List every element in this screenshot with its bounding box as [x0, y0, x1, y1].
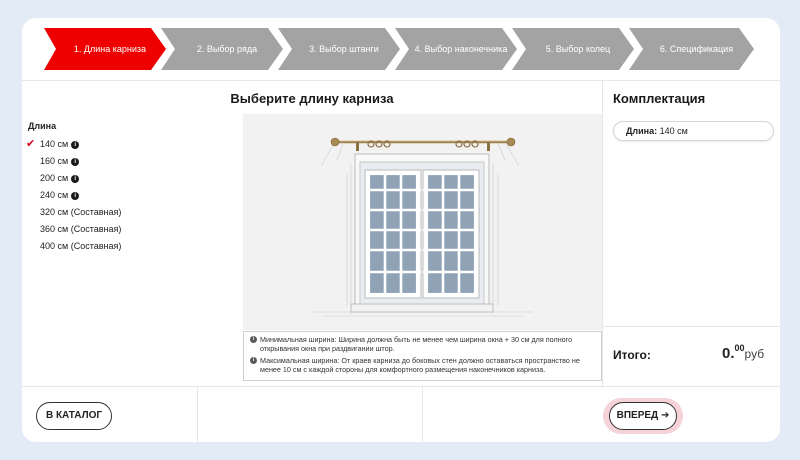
- length-options: ✔ 140 см i 160 см i 200 см i 240 см i 320 см…: [26, 136, 236, 255]
- sidebar-title: Комплектация: [613, 91, 706, 106]
- step-label: 6. Спецификация: [659, 44, 734, 54]
- option-label: 240 см: [40, 190, 69, 200]
- page-title: Выберите длину карниза: [230, 91, 394, 106]
- step-finial[interactable]: 4. Выбор наконечника: [395, 28, 517, 70]
- length-notes: i Минимальная ширина: Ширина должна быть…: [243, 331, 602, 381]
- step-label: 1. Длина карниза: [73, 44, 147, 54]
- length-option-240[interactable]: 240 см i: [26, 187, 236, 204]
- summary-length: Длина: 140 см: [613, 121, 774, 141]
- length-option-160[interactable]: 160 см i: [26, 153, 236, 170]
- step-rings[interactable]: 5. Выбор колец: [512, 28, 634, 70]
- info-icon[interactable]: i: [71, 158, 80, 166]
- option-label: 400 см (Составная): [40, 241, 122, 251]
- option-label: 200 см: [40, 173, 69, 183]
- sidebar-divider: [602, 326, 780, 327]
- step-label: 3. Выбор штанги: [309, 44, 379, 54]
- step-length[interactable]: 1. Длина карниза: [44, 28, 166, 70]
- step-label: 2. Выбор ряда: [196, 44, 258, 54]
- length-option-400[interactable]: 400 см (Составная): [26, 238, 236, 255]
- total-label: Итого:: [613, 348, 651, 362]
- step-rod[interactable]: 3. Выбор штанги: [278, 28, 400, 70]
- step-row[interactable]: 2. Выбор ряда: [161, 28, 283, 70]
- check-icon: ✔: [26, 138, 36, 150]
- window-illustration: [243, 114, 602, 330]
- next-button[interactable]: ВПЕРЕД ➔: [609, 402, 677, 430]
- length-option-140[interactable]: ✔ 140 см i: [26, 136, 236, 153]
- footer-divider-2: [422, 386, 423, 442]
- note-max-width: i Максимальная ширина: От краев карниза …: [250, 356, 595, 374]
- back-to-catalog-button[interactable]: В КАТАЛОГ: [36, 402, 112, 430]
- info-icon[interactable]: i: [71, 192, 80, 200]
- header-divider: [22, 80, 780, 81]
- window-curtain-rod-image: [313, 137, 533, 317]
- total-int: 0.: [722, 345, 735, 362]
- step-label: 5. Выбор колец: [545, 44, 611, 54]
- arrow-right-icon: ➔: [660, 410, 670, 421]
- note-text: Минимальная ширина: Ширина должна быть н…: [260, 335, 573, 353]
- option-label: 360 см (Составная): [40, 224, 122, 234]
- length-option-320[interactable]: 320 см (Составная): [26, 204, 236, 221]
- option-label: 140 см: [40, 139, 69, 149]
- configurator-window: 1. Длина карниза 2. Выбор ряда 3. Выбор …: [22, 18, 780, 442]
- next-label: ВПЕРЕД: [616, 410, 659, 421]
- step-label: 4. Выбор наконечника: [414, 44, 508, 54]
- column-divider: [602, 80, 603, 386]
- info-icon[interactable]: i: [71, 141, 80, 149]
- option-label: 160 см: [40, 156, 69, 166]
- total-currency: руб: [744, 347, 765, 361]
- info-icon: i: [250, 336, 257, 343]
- footer-divider: [22, 386, 780, 387]
- stepper: 1. Длина карниза 2. Выбор ряда 3. Выбор …: [44, 28, 754, 70]
- footer-divider-1: [197, 386, 198, 442]
- length-option-200[interactable]: 200 см i: [26, 170, 236, 187]
- note-min-width: i Минимальная ширина: Ширина должна быть…: [250, 335, 595, 353]
- step-spec[interactable]: 6. Спецификация: [629, 28, 754, 70]
- option-label: 320 см (Составная): [40, 207, 122, 217]
- summary-label: Длина:: [626, 126, 658, 136]
- total-fraction: 00: [734, 343, 745, 353]
- summary-value: 140 см: [659, 126, 688, 136]
- total-price: 0.00руб: [722, 343, 764, 362]
- info-icon[interactable]: i: [71, 175, 80, 183]
- info-icon: i: [250, 357, 257, 364]
- length-option-360[interactable]: 360 см (Составная): [26, 221, 236, 238]
- note-text: Максимальная ширина: От краев карниза до…: [260, 356, 580, 374]
- length-label: Длина: [28, 121, 57, 131]
